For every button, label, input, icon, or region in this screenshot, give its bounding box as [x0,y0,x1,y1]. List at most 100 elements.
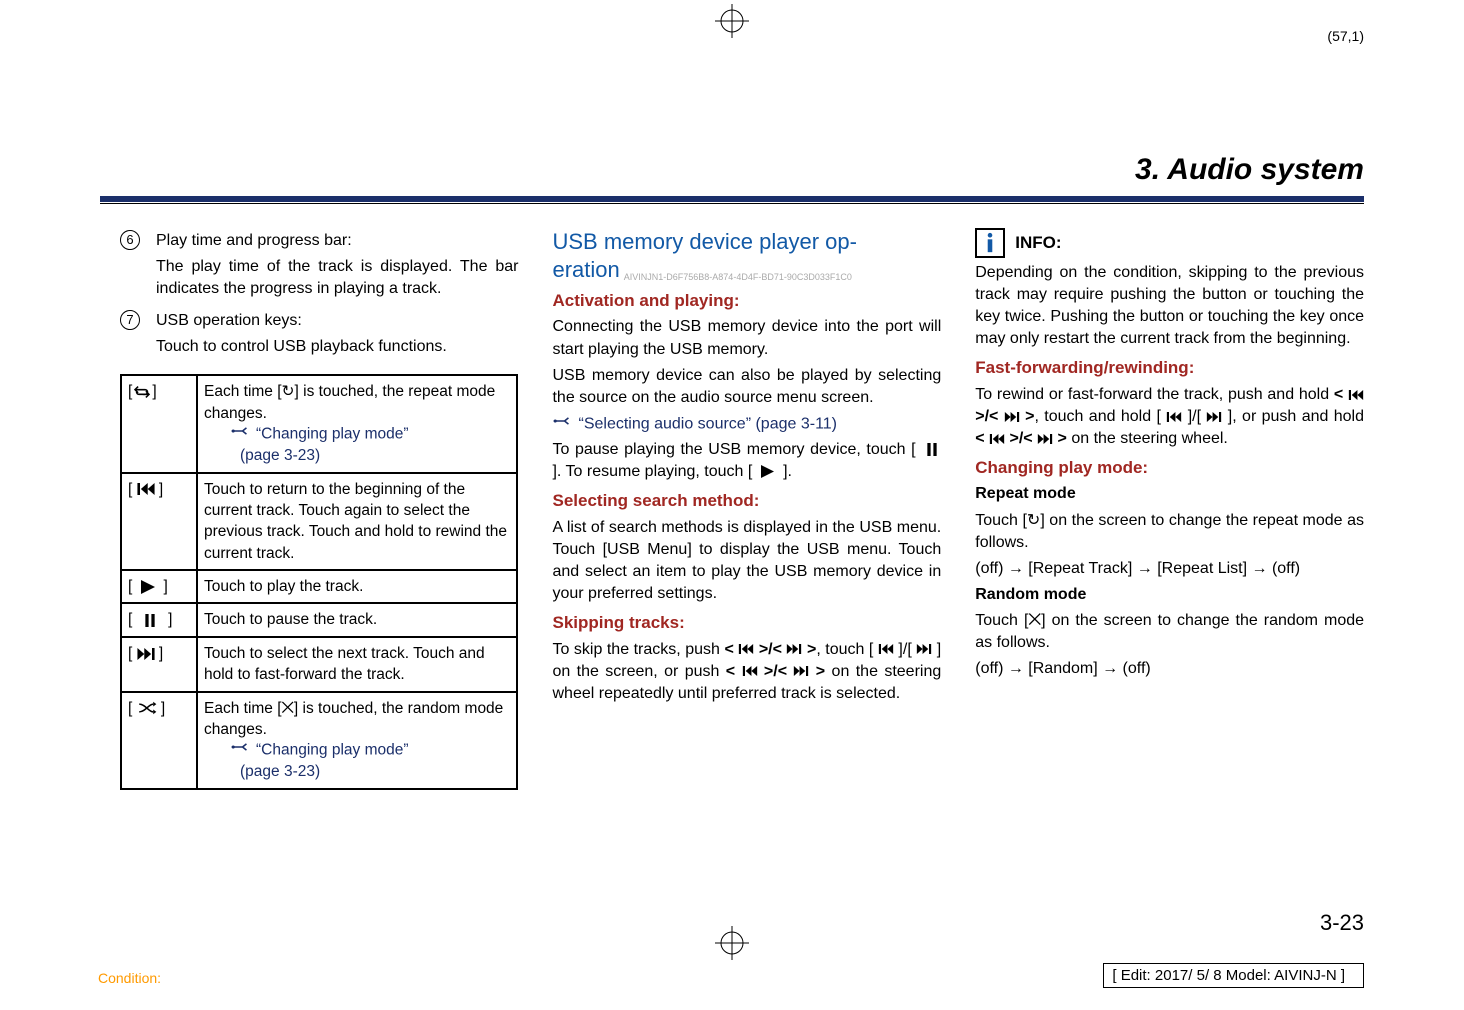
heading-line1: USB memory device player op- [552,229,856,254]
text-fragment: To rewind or fast-forward the track, pus… [975,386,1334,403]
item-number-7: 7 [120,310,140,330]
hand-icon [230,740,252,761]
heading-line2: eration [552,257,619,282]
header-rule [100,196,1364,202]
list-item: 7 USB operation keys: Touch to control U… [120,310,518,366]
table-row: [ ] Touch to return to the beginning of … [121,473,517,571]
hw-key: < >/< > [726,663,825,680]
info-callout: INFO: [975,228,1364,258]
column-3: INFO: Depending on the condition, skippi… [975,228,1364,790]
text-fragment: To pause playing the USB memory device, … [552,441,915,458]
paragraph: (off) → [Repeat Track] → [Repeat List] →… [975,558,1364,580]
cell-desc: Touch to return to the beginning of the … [197,473,517,571]
page-note-top: (57,1) [1327,28,1364,44]
previous-track-icon [738,644,754,654]
paragraph: Connecting the USB memory device into th… [552,316,941,360]
previous-track-icon [742,666,758,676]
xref: “Changing play mode” (page 3-23) [230,740,510,782]
next-track-icon [137,648,155,660]
previous-track-icon [878,644,894,654]
mode-heading-random: Random mode [975,584,1364,606]
table-row: [ ] Touch to select the next track. Touc… [121,637,517,692]
table-row: [] Each time [↻] is touched, the repeat … [121,375,517,472]
cell-desc: Touch to pause the track. [197,603,517,636]
hand-icon [552,413,574,435]
cell-desc: Touch to select the next track. Touch an… [197,637,517,692]
cell-icon-repeat: [] [121,375,197,472]
text-fragment: ], or push and hold [1228,408,1364,425]
xref-source: “Selecting audio source” (page 3-11) [552,413,941,435]
text-fragment: ]. To resume playing, touch [ [552,463,752,480]
subheading-activation: Activation and playing: [552,289,941,312]
text-fragment: , touch [ [816,641,873,658]
cell-icon-next: [ ] [121,637,197,692]
table-row: [ ] Each time [⨉] is touched, the random… [121,692,517,789]
hw-key: < >/< > [724,641,816,658]
previous-track-icon [989,434,1005,444]
next-track-icon [1004,412,1020,422]
subheading-ff: Fast-forwarding/rewinding: [975,356,1364,379]
function-table: [] Each time [↻] is touched, the repeat … [120,374,518,789]
table-row: [ ] Touch to pause the track. [121,603,517,636]
hw-key: < >/< > [975,430,1067,447]
header-rule-thin [100,203,1364,204]
cell-desc: Each time [↻] is touched, the repeat mod… [197,375,517,472]
cell-text: Each time [↻] is touched, the repeat mod… [204,383,495,421]
section-heading: USB memory device player op- erationAIVI… [552,228,941,283]
cell-icon-pause: [ ] [121,603,197,636]
paragraph: Touch [↻] on the screen to change the re… [975,510,1364,554]
paragraph: To skip the tracks, push < >/< >, touch … [552,639,941,705]
next-track-icon [793,666,809,676]
previous-track-icon [1348,390,1364,400]
text-fragment: ]. [783,463,792,480]
list-item: 6 Play time and progress bar: The play t… [120,230,518,308]
column-2: USB memory device player op- erationAIVI… [552,228,941,790]
paragraph: To pause playing the USB memory device, … [552,439,941,483]
next-track-icon [916,644,932,654]
text-fragment: ]/[ [1188,408,1201,425]
crop-mark-top [715,4,749,38]
footer-edit-info: [ Edit: 2017/ 5/ 8 Model: AIVINJ-N ] [1103,963,1364,988]
info-label: INFO: [1015,231,1061,254]
info-icon [975,228,1005,258]
paragraph: Touch [⨉] on the screen to change the ra… [975,610,1364,654]
item-desc: The play time of the track is displayed.… [156,256,518,300]
xref-label: “Changing play mode” [256,742,409,759]
previous-track-icon [1166,412,1182,422]
play-icon [761,465,774,478]
xref-page: (page 3-23) [230,446,510,467]
crop-mark-bottom [715,926,749,960]
paragraph: A list of search methods is displayed in… [552,517,941,605]
column-1: 6 Play time and progress bar: The play t… [120,228,518,790]
page-number: 3-23 [1320,910,1364,936]
play-icon [141,580,155,594]
subheading-skip: Skipping tracks: [552,611,941,634]
item-title: Play time and progress bar: [156,230,518,252]
hand-icon [230,424,252,445]
text-fragment: To skip the tracks, push [552,641,724,658]
pause-icon [927,443,937,456]
subheading-search: Selecting search method: [552,489,941,512]
cell-icon-play: [ ] [121,570,197,603]
paragraph: To rewind or fast-forward the track, pus… [975,384,1364,450]
item-title: USB operation keys: [156,310,518,332]
xref-label: “Changing play mode” [256,426,409,443]
xref-page: (page 3-23) [230,762,510,783]
next-track-icon [1206,412,1222,422]
mode-heading-repeat: Repeat mode [975,483,1364,505]
next-track-icon [786,644,802,654]
cell-icon-prev: [ ] [121,473,197,571]
cell-desc: Each time [⨉] is touched, the random mod… [197,692,517,789]
text-fragment: on the steering wheel. [1071,430,1228,447]
footer-condition: Condition: [98,970,161,986]
item-desc: Touch to control USB playback functions. [156,336,518,358]
item-number-6: 6 [120,230,140,250]
section-id: AIVINJN1-D6F756B8-A874-4D4F-BD71-90C3D03… [620,272,852,282]
pause-icon [145,614,155,627]
subheading-change-mode: Changing play mode: [975,456,1364,479]
repeat-icon [132,385,152,399]
shuffle-icon [137,701,157,715]
paragraph: Depending on the condition, skipping to … [975,262,1364,350]
xref: “Changing play mode” (page 3-23) [230,424,510,466]
table-row: [ ] Touch to play the track. [121,570,517,603]
